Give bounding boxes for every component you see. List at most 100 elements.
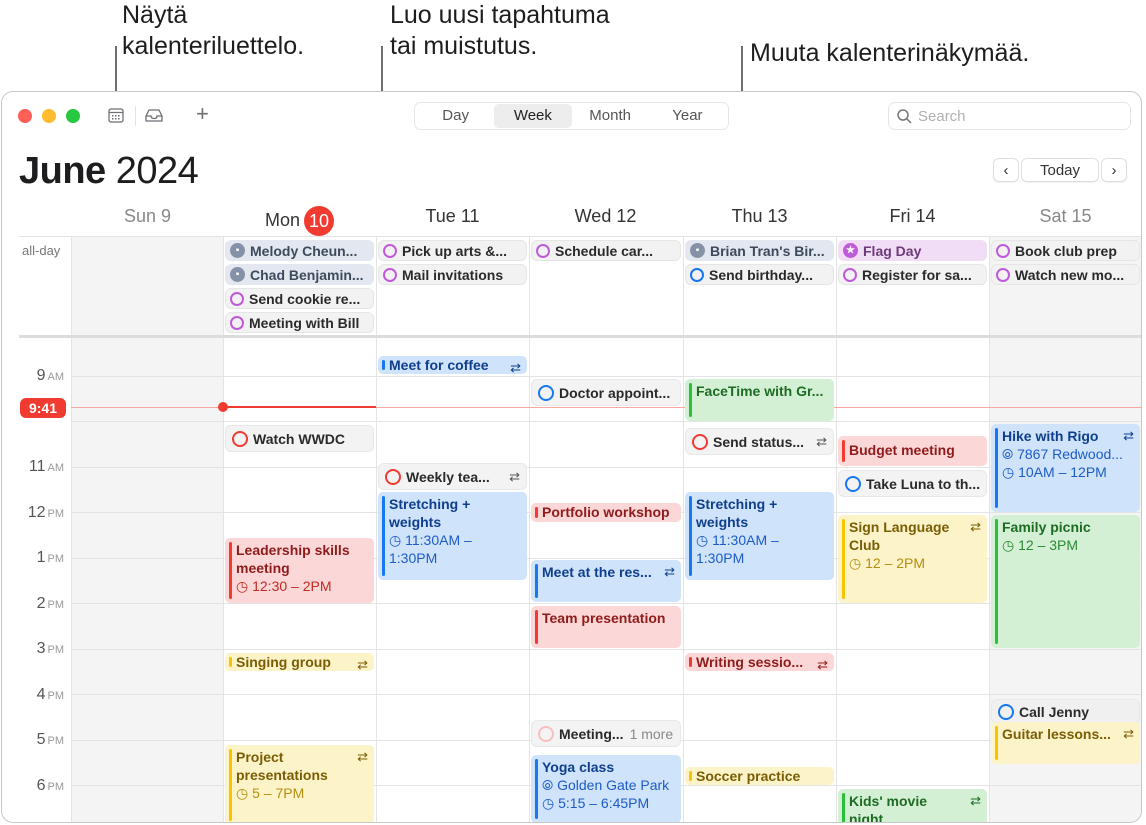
- day-header-fri[interactable]: Fri 14: [836, 206, 989, 227]
- event-stretching-weights[interactable]: Stretching + weights ◷ 11:30AM – 1:30PM: [378, 492, 527, 580]
- current-time-badge: 9:41: [20, 398, 66, 418]
- tab-month[interactable]: Month: [572, 104, 649, 128]
- hour-line: [71, 603, 1141, 604]
- repeat-icon: ⇄: [510, 360, 521, 374]
- event-hike-with-rigo[interactable]: Hike with Rigo ⦾ 7867 Redwood... ◷ 10AM – …: [991, 424, 1140, 512]
- allday-reminder[interactable]: Register for sa...: [838, 264, 987, 285]
- reminder-item-more[interactable]: Meeting... 1 more: [531, 720, 681, 747]
- reminder-circle-icon[interactable]: [538, 725, 554, 742]
- prev-week-button[interactable]: ‹: [993, 158, 1019, 182]
- close-button[interactable]: [18, 109, 32, 123]
- reminder-item[interactable]: Send status... ⇄: [685, 428, 834, 455]
- hour-label-5pm: 5 PM: [36, 731, 64, 748]
- event-yoga-class[interactable]: Yoga class ⦾ Golden Gate Park ◷ 5:15 – 6:4…: [531, 755, 681, 822]
- hour-label-6pm: 6 PM: [36, 777, 64, 794]
- repeat-icon: ⇄: [357, 749, 368, 764]
- allday-reminder[interactable]: Meeting with Bill: [225, 312, 374, 333]
- event-portfolio-workshop[interactable]: Portfolio workshop: [531, 503, 681, 522]
- day-header-tue[interactable]: Tue 11: [376, 206, 529, 227]
- day-column-sun[interactable]: [71, 236, 223, 822]
- event-project-presentations[interactable]: Project presentations ◷ 5 – 7PM ⇄: [225, 745, 374, 822]
- callout-new-event: Luo uusi tapahtuma tai muistutus.: [390, 1, 610, 60]
- reminder-circle-icon[interactable]: [996, 267, 1010, 282]
- event-budget-meeting[interactable]: Budget meeting: [838, 436, 987, 466]
- search-field[interactable]: [888, 102, 1131, 130]
- day-header-mon[interactable]: Mon 10: [223, 206, 376, 236]
- more-link[interactable]: 1 more: [630, 726, 674, 742]
- reminder-item[interactable]: Weekly tea... ⇄: [378, 463, 527, 490]
- event-soccer-practice[interactable]: Soccer practice: [685, 767, 834, 785]
- repeat-icon: ⇄: [817, 657, 828, 671]
- allday-event[interactable]: ▪ Brian Tran's Bir...: [685, 240, 834, 261]
- tab-week[interactable]: Week: [494, 104, 572, 128]
- view-switcher: Day Week Month Year: [414, 102, 729, 130]
- allday-reminder[interactable]: Book club prep: [991, 240, 1140, 261]
- current-time-line-today: [223, 406, 376, 408]
- event-team-presentation[interactable]: Team presentation: [531, 606, 681, 648]
- today-button[interactable]: Today: [1021, 158, 1099, 182]
- repeat-icon: ⇄: [970, 793, 981, 808]
- event-writing-session[interactable]: Writing sessio... ⇄: [685, 653, 834, 671]
- day-name: Mon: [264, 209, 300, 230]
- callout-calendar-list: Näytä kalenteriluettelo.: [122, 1, 305, 60]
- search-input[interactable]: [918, 107, 1118, 125]
- reminder-circle-icon[interactable]: [692, 433, 708, 450]
- reminder-item[interactable]: Doctor appoint...: [531, 379, 681, 406]
- inbox-icon[interactable]: [144, 108, 164, 128]
- gift-icon: ▪: [230, 267, 245, 282]
- reminder-circle-icon[interactable]: [230, 291, 244, 306]
- reminder-circle-icon[interactable]: [230, 315, 244, 330]
- zoom-button[interactable]: [66, 109, 80, 123]
- event-singing-group[interactable]: Singing group ⇄: [225, 653, 374, 671]
- hour-line: [71, 649, 1141, 650]
- event-family-picnic[interactable]: Family picnic ◷ 12 – 3PM: [991, 515, 1140, 648]
- reminder-circle-icon[interactable]: [843, 267, 857, 282]
- reminder-circle-icon[interactable]: [845, 475, 861, 492]
- allday-reminder[interactable]: Mail invitations: [378, 264, 527, 285]
- day-header-wed[interactable]: Wed 12: [529, 206, 682, 227]
- reminder-circle-icon[interactable]: [383, 267, 397, 282]
- event-leadership[interactable]: Leadership skills meeting ◷ 12:30 – 2PM: [225, 538, 374, 603]
- day-header-sat[interactable]: Sat 15: [989, 206, 1141, 227]
- allday-reminder[interactable]: Pick up arts &...: [378, 240, 527, 261]
- reminder-circle-icon[interactable]: [690, 267, 704, 282]
- allday-event[interactable]: ▪ Chad Benjamin...: [225, 264, 374, 285]
- allday-event[interactable]: ▪ Melody Cheun...: [225, 240, 374, 261]
- reminder-circle-icon[interactable]: [536, 243, 550, 258]
- tab-year[interactable]: Year: [649, 104, 726, 128]
- next-week-button[interactable]: ›: [1101, 158, 1127, 182]
- event-meet-at-restaurant[interactable]: Meet at the res... ⇄: [531, 560, 681, 602]
- reminder-item[interactable]: Call Jenny: [991, 699, 1140, 724]
- repeat-icon: ⇄: [970, 519, 981, 534]
- minimize-button[interactable]: [42, 109, 56, 123]
- current-time-dot: [218, 402, 228, 412]
- reminder-circle-icon[interactable]: [538, 384, 554, 401]
- event-sign-language-club[interactable]: Sign Language Club ◷ 12 – 2PM ⇄: [838, 515, 987, 603]
- page-title: June 2024: [19, 150, 199, 193]
- day-header-sun[interactable]: Sun 9: [71, 206, 224, 227]
- add-event-button[interactable]: +: [196, 101, 209, 127]
- reminder-item[interactable]: Watch WWDC: [225, 425, 374, 452]
- event-kids-movie-night[interactable]: Kids' movie night ⇄: [838, 789, 987, 822]
- allday-reminder[interactable]: Send cookie re...: [225, 288, 374, 309]
- reminder-item[interactable]: Take Luna to th...: [838, 470, 987, 497]
- calendar-list-icon[interactable]: [108, 108, 124, 128]
- reminder-circle-icon[interactable]: [385, 468, 401, 485]
- reminder-circle-icon[interactable]: [232, 430, 248, 447]
- reminder-circle-icon[interactable]: [383, 243, 397, 258]
- event-stretching-weights[interactable]: Stretching + weights ◷ 11:30AM – 1:30PM: [685, 492, 834, 580]
- allday-reminder[interactable]: Send birthday...: [685, 264, 834, 285]
- event-guitar-lessons[interactable]: Guitar lessons... ⇄: [991, 722, 1140, 764]
- tab-day[interactable]: Day: [417, 104, 494, 128]
- reminder-circle-icon[interactable]: [998, 703, 1014, 720]
- allday-reminder[interactable]: Schedule car...: [531, 240, 681, 261]
- event-facetime[interactable]: FaceTime with Gr...: [685, 379, 834, 421]
- allday-reminder[interactable]: Watch new mo...: [991, 264, 1140, 285]
- gift-icon: ▪: [230, 243, 245, 258]
- all-day-separator: [19, 335, 1141, 338]
- grid-line: [19, 236, 1141, 237]
- event-meet-for-coffee[interactable]: Meet for coffee ⇄: [378, 356, 527, 374]
- reminder-circle-icon[interactable]: [996, 243, 1010, 258]
- day-header-thu[interactable]: Thu 13: [683, 206, 836, 227]
- allday-event[interactable]: ★ Flag Day: [838, 240, 987, 261]
